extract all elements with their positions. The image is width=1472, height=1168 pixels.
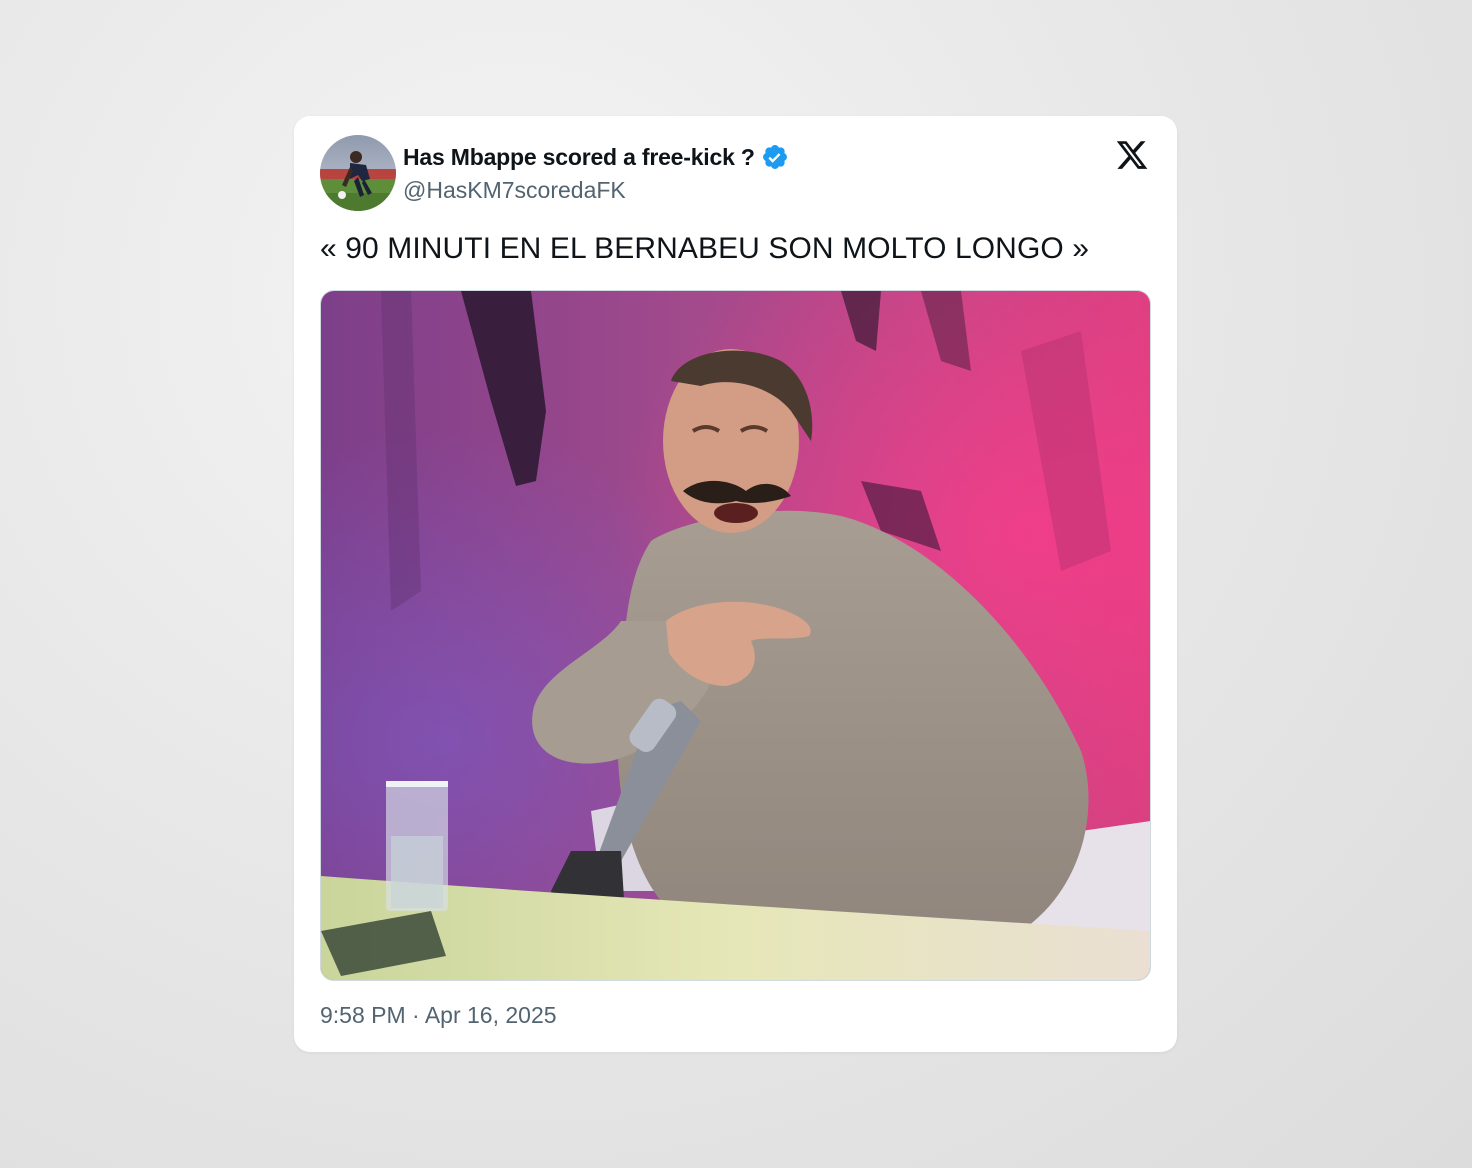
- display-name-row[interactable]: Has Mbappe scored a free-kick ?: [403, 142, 789, 172]
- tweet-card: Has Mbappe scored a free-kick ? @HasKM7s…: [294, 116, 1177, 1052]
- verified-badge-icon: [761, 143, 789, 171]
- tweet-text: « 90 MINUTI EN EL BERNABEU SON MOLTO LON…: [320, 232, 1090, 265]
- display-name[interactable]: Has Mbappe scored a free-kick ?: [403, 144, 755, 171]
- tweet-media-image[interactable]: [320, 290, 1151, 981]
- tweet-timestamp[interactable]: 9:58 PM · Apr 16, 2025: [320, 1002, 557, 1029]
- user-handle[interactable]: @HasKM7scoredaFK: [403, 177, 626, 204]
- avatar[interactable]: [320, 135, 396, 211]
- x-logo-icon[interactable]: [1114, 138, 1150, 172]
